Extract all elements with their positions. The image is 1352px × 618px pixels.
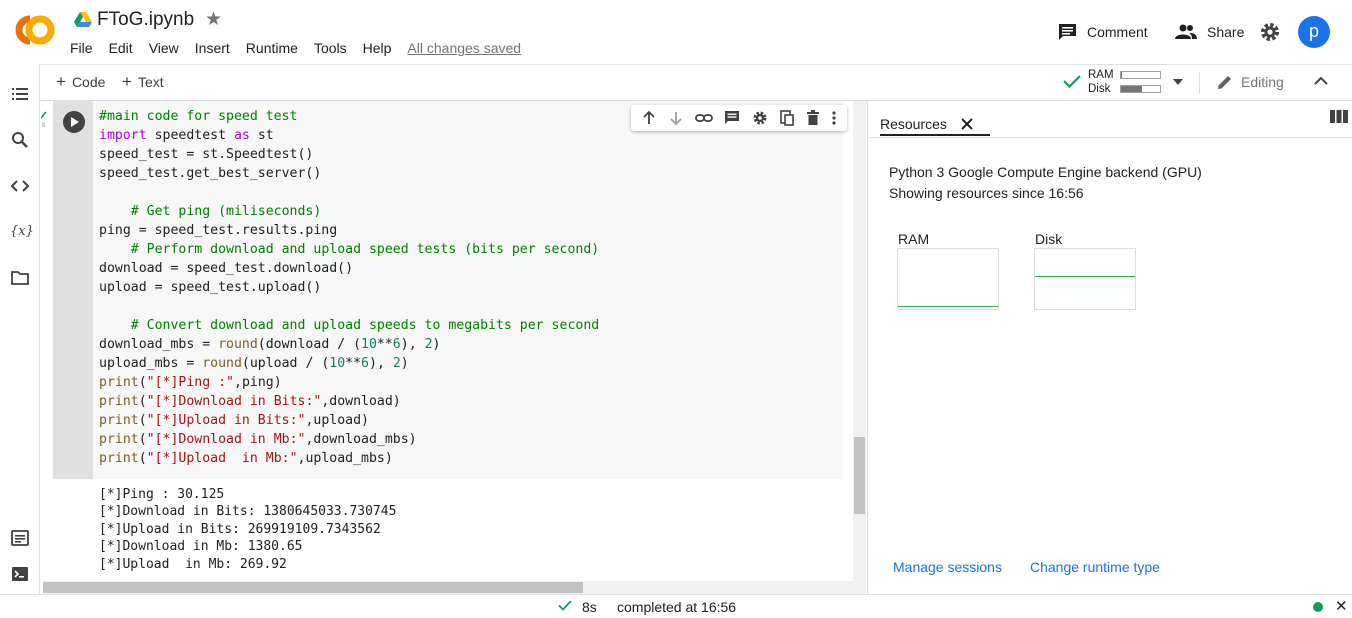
settings-gear-icon[interactable]	[1259, 21, 1281, 43]
share-label: Share	[1207, 24, 1245, 40]
star-icon[interactable]: ★	[205, 10, 222, 30]
notebook-title[interactable]: FToG.ipynb	[97, 9, 194, 31]
delete-icon[interactable]	[806, 110, 820, 126]
output-line: [*]Ping : 30.125	[99, 487, 225, 502]
resources-tab-label: Resources	[880, 116, 947, 132]
menu-bar: File Edit View Insert Runtime Tools Help…	[62, 40, 529, 58]
horizontal-scrollbar[interactable]	[43, 581, 866, 594]
cell-settings-icon[interactable]	[752, 110, 768, 126]
tab-underline	[880, 134, 990, 136]
ram-usage-fill	[1121, 72, 1123, 78]
cell-output: [*]Ping : 30.125 [*]Download in Bits: 138…	[99, 486, 396, 573]
resources-panel: Resources Python 3 Google Compute Engine…	[867, 101, 1352, 594]
code-cell[interactable]: #main code for speed test import speedte…	[53, 101, 847, 479]
folder-icon[interactable]	[10, 268, 30, 288]
vertical-scrollbar-thumb[interactable]	[854, 437, 865, 514]
search-icon[interactable]	[10, 130, 30, 150]
cell-toolbar	[631, 105, 847, 131]
execution-duration: 8s	[582, 599, 597, 615]
manage-sessions-link[interactable]: Manage sessions	[893, 559, 1002, 575]
people-icon	[1175, 24, 1197, 40]
comment-icon[interactable]	[724, 110, 740, 126]
output-line: [*]Download in Mb: 1380.65	[99, 539, 303, 555]
app-header: FToG.ipynb ★ File Edit View Insert Runti…	[0, 0, 1352, 64]
mirror-cell-icon[interactable]	[779, 110, 795, 126]
cell-execution-status: 8s	[41, 111, 47, 130]
more-vert-icon[interactable]	[831, 110, 837, 126]
menu-tools[interactable]: Tools	[306, 40, 355, 58]
plus-icon: +	[122, 72, 132, 91]
change-runtime-type-link[interactable]: Change runtime type	[1030, 559, 1160, 575]
google-drive-icon[interactable]	[74, 12, 92, 28]
comment-button[interactable]: Comment	[1058, 20, 1148, 44]
editing-label: Editing	[1241, 74, 1284, 90]
disk-label: Disk	[1088, 83, 1111, 95]
menu-edit[interactable]: Edit	[101, 40, 141, 58]
backend-description: Python 3 Google Compute Engine backend (…	[889, 164, 1202, 180]
vertical-scrollbar[interactable]	[853, 101, 866, 581]
command-palette-icon[interactable]	[10, 528, 30, 548]
split-layout-icon[interactable]	[1330, 109, 1348, 125]
left-sidebar: {x}	[0, 64, 40, 594]
comment-icon	[1058, 23, 1077, 41]
dropdown-arrow-icon[interactable]	[1173, 79, 1183, 85]
ram-disk-indicator[interactable]: RAM Disk	[1062, 68, 1188, 98]
cell-gutter	[53, 101, 93, 479]
move-up-icon[interactable]	[641, 110, 657, 126]
ram-chart-label: RAM	[898, 231, 930, 247]
resources-since: Showing resources since 16:56	[889, 185, 1084, 201]
status-bar: 8s completed at 16:56 ✕	[0, 594, 1352, 618]
save-status-link[interactable]: All changes saved	[399, 40, 529, 58]
variables-icon[interactable]: {x}	[10, 222, 34, 242]
code-editor[interactable]: #main code for speed test import speedte…	[99, 107, 599, 468]
add-code-button[interactable]: + Code	[56, 72, 106, 91]
colab-logo[interactable]	[14, 14, 56, 46]
close-icon[interactable]	[961, 118, 973, 130]
menu-view[interactable]: View	[141, 40, 187, 58]
add-text-button[interactable]: + Text	[122, 72, 164, 91]
menu-help[interactable]: Help	[355, 40, 400, 58]
share-button[interactable]: Share	[1175, 20, 1244, 44]
terminal-icon[interactable]	[10, 564, 30, 584]
menu-insert[interactable]: Insert	[187, 40, 238, 58]
table-of-contents-icon[interactable]	[10, 84, 30, 104]
disk-chart-label: Disk	[1035, 231, 1063, 247]
panel-divider	[868, 137, 1352, 138]
output-line: [*]Upload in Bits: 269919109.7343562	[99, 521, 381, 537]
cell-exec-time: 8s	[41, 120, 46, 129]
ram-label: RAM	[1088, 69, 1114, 81]
pencil-icon	[1217, 74, 1233, 90]
menu-file[interactable]: File	[62, 40, 101, 58]
completed-at[interactable]: completed at 16:56	[617, 599, 736, 615]
notebook-area: 8s #main code for speed test import spee…	[41, 101, 866, 581]
checkmark-icon	[1063, 74, 1081, 88]
disk-usage-line	[1035, 276, 1135, 277]
disk-chart	[1034, 248, 1136, 310]
comment-label: Comment	[1087, 24, 1148, 40]
add-code-label: Code	[71, 74, 106, 90]
link-icon[interactable]	[695, 110, 714, 126]
add-text-label: Text	[137, 74, 164, 90]
output-line: [*]Upload in Mb: 269.92	[99, 556, 287, 572]
code-snippets-icon[interactable]	[10, 176, 30, 196]
output-line: [*]Download in Bits: 1380645033.730745	[99, 504, 397, 520]
ram-usage-bar	[1120, 71, 1161, 79]
notebook-toolbar: + Code + Text RAM Disk Editing	[40, 64, 1352, 101]
disk-usage-fill	[1121, 86, 1143, 92]
menu-runtime[interactable]: Runtime	[238, 40, 306, 58]
editing-mode-button[interactable]: Editing	[1217, 74, 1284, 90]
checkmark-icon	[558, 600, 572, 611]
disk-usage-bar	[1120, 85, 1161, 93]
run-cell-button[interactable]	[63, 111, 85, 133]
move-down-icon[interactable]	[668, 110, 684, 126]
ram-usage-line	[898, 306, 998, 307]
connected-status-dot	[1313, 602, 1323, 612]
user-avatar[interactable]: p	[1298, 16, 1330, 48]
plus-icon: +	[56, 72, 66, 91]
horizontal-scrollbar-thumb[interactable]	[43, 582, 583, 593]
toolbar-divider	[1199, 72, 1200, 94]
chevron-up-icon[interactable]	[1314, 74, 1328, 88]
close-icon[interactable]: ✕	[1335, 597, 1348, 615]
ram-chart	[897, 248, 999, 310]
